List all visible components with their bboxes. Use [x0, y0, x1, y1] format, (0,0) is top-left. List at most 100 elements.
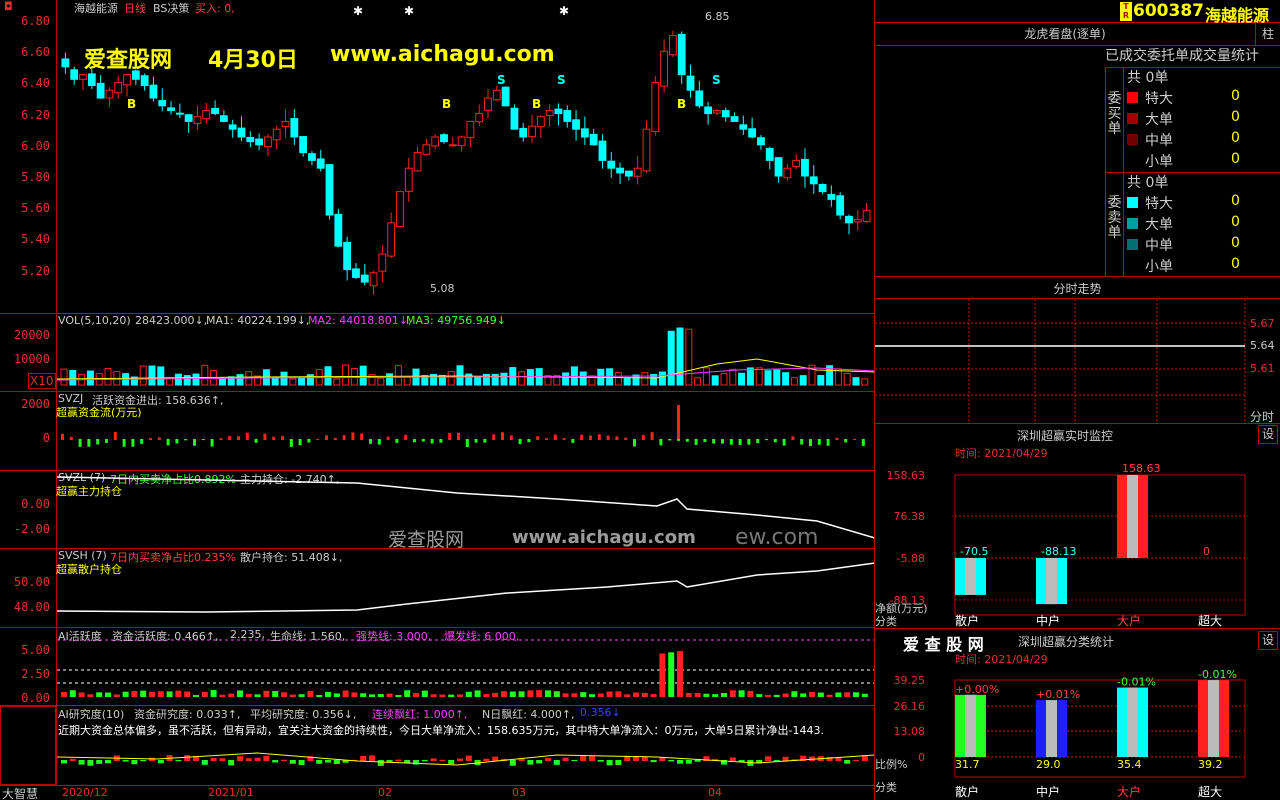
candle-body — [114, 81, 123, 94]
monitor-settings-button[interactable]: 设 — [1258, 425, 1278, 444]
activity-bar — [351, 692, 358, 697]
signal-sell-marker: S — [497, 73, 506, 87]
volume-bar — [69, 369, 77, 386]
volume-bar — [764, 370, 772, 386]
candle-body — [387, 222, 396, 257]
volume-bar — [817, 375, 825, 386]
activity-bar — [641, 692, 648, 697]
research-chart[interactable] — [57, 735, 875, 785]
activity-bar — [245, 693, 252, 697]
fund-flow-bar — [536, 436, 540, 440]
activity-bar — [78, 692, 85, 697]
candle-body — [554, 108, 563, 115]
research-bar — [325, 760, 331, 763]
research-bar — [395, 759, 402, 761]
fund-flow-bar — [668, 439, 672, 441]
monitor-bar-chart[interactable]: 158.6376.38-5.88-88.13-70.5散户-88.13中户158… — [875, 460, 1280, 630]
research-bar — [536, 760, 543, 764]
research-bar — [175, 760, 182, 762]
order-count-value: 0 — [1231, 88, 1240, 104]
volume-bar — [790, 377, 798, 386]
candle-body — [475, 113, 484, 123]
volume-bar — [799, 375, 807, 386]
candle-body — [316, 158, 325, 169]
fund-flow-bar — [210, 439, 214, 447]
classify-bar-chart[interactable]: 39.25 26.16 13.08 0 +0.00% 31.7 散户 +0.01% 29.0 中户… — [875, 665, 1280, 800]
candle-body — [510, 107, 519, 130]
candle-body — [184, 114, 193, 122]
classify-bar-highlight — [1208, 680, 1219, 757]
candle-body — [783, 167, 792, 179]
activity-bar — [395, 694, 402, 697]
order-type-label: 大单 — [1145, 112, 1173, 128]
monitor-axis-label: 76.38 — [894, 510, 926, 523]
monitor-xlabel: 分类 — [875, 615, 897, 628]
research-bar — [677, 760, 683, 764]
fund-flow-bar — [809, 439, 812, 447]
fund-flow-bar — [641, 434, 645, 440]
svsh-axis-1: 50.00 — [13, 575, 50, 589]
activity-bar — [307, 690, 314, 697]
bar-toggle-button[interactable]: 柱 — [1255, 23, 1280, 45]
candle-body — [396, 191, 404, 227]
retail-position-chart[interactable] — [57, 549, 875, 627]
candle-body — [580, 128, 589, 138]
candle-body — [801, 158, 809, 177]
candle-body — [96, 82, 105, 99]
activity-bar — [184, 691, 191, 697]
volume-bar — [623, 377, 631, 386]
candle-body — [528, 125, 536, 138]
fund-flow-bar — [263, 433, 267, 440]
research-bar — [96, 760, 103, 764]
classify-settings-button[interactable]: 设 — [1258, 631, 1278, 650]
activity-bar — [201, 691, 208, 697]
candlestick-chart[interactable]: B B B B S S S ✱ ✱ ✱ — [57, 0, 875, 313]
research-bar — [553, 760, 560, 765]
ai-active-axis-1: 5.00 — [21, 643, 50, 657]
volume-chart[interactable] — [57, 314, 875, 391]
volume-bar — [720, 373, 728, 386]
activity-chart[interactable] — [57, 628, 875, 705]
volume-bar — [192, 373, 200, 386]
signal-buy-marker: B — [442, 97, 451, 111]
candle-body — [563, 110, 572, 122]
fund-flow-bar — [157, 437, 161, 440]
volume-bar — [394, 365, 402, 386]
order-color-swatch — [1127, 92, 1138, 103]
monitor-value-label: 158.63 — [1122, 462, 1161, 475]
monitor-bar-highlight — [1127, 475, 1138, 558]
candle-body — [211, 107, 219, 115]
monitor-value-label: -70.5 — [960, 545, 988, 558]
fund-flow-bar — [756, 439, 760, 444]
candle-body — [167, 107, 175, 111]
research-bar — [457, 758, 463, 761]
volume-bar — [676, 327, 684, 386]
stock-header: TR 600387 海越能源 — [875, 0, 1280, 25]
fund-flow-chart[interactable] — [57, 392, 875, 470]
candle-body — [457, 136, 466, 147]
candle-body — [677, 33, 686, 76]
candle-body — [264, 136, 272, 148]
menu-icon[interactable]: ◘ — [4, 0, 13, 13]
order-color-swatch — [1127, 239, 1138, 250]
order-type-label: 特大 — [1145, 196, 1173, 212]
price-axis-label: 6.00 — [21, 138, 50, 153]
volume-bar — [447, 371, 455, 386]
fund-flow-bar — [351, 432, 355, 440]
activity-bar — [721, 692, 727, 697]
research-bar — [201, 760, 208, 765]
candle-body — [431, 136, 440, 147]
badge-bottom: R — [1122, 11, 1130, 20]
candle-body — [105, 89, 114, 99]
intraday-chart[interactable] — [875, 299, 1280, 423]
candle-body — [352, 268, 360, 278]
ai-active-axis-2: 2.50 — [21, 667, 50, 681]
activity-bar — [562, 693, 569, 697]
stock-code: 600387 — [1133, 1, 1204, 21]
volume-bar — [139, 365, 147, 386]
research-bar — [210, 757, 217, 761]
chart-area[interactable]: ◘ 海越能源 日线 BS决策 买入: 0, 爱查股网 4月30日 www.aic… — [0, 0, 875, 800]
research-bar — [509, 760, 516, 766]
fund-flow-bar — [571, 439, 575, 443]
classify-ratio-label: 35.4 — [1117, 758, 1142, 771]
